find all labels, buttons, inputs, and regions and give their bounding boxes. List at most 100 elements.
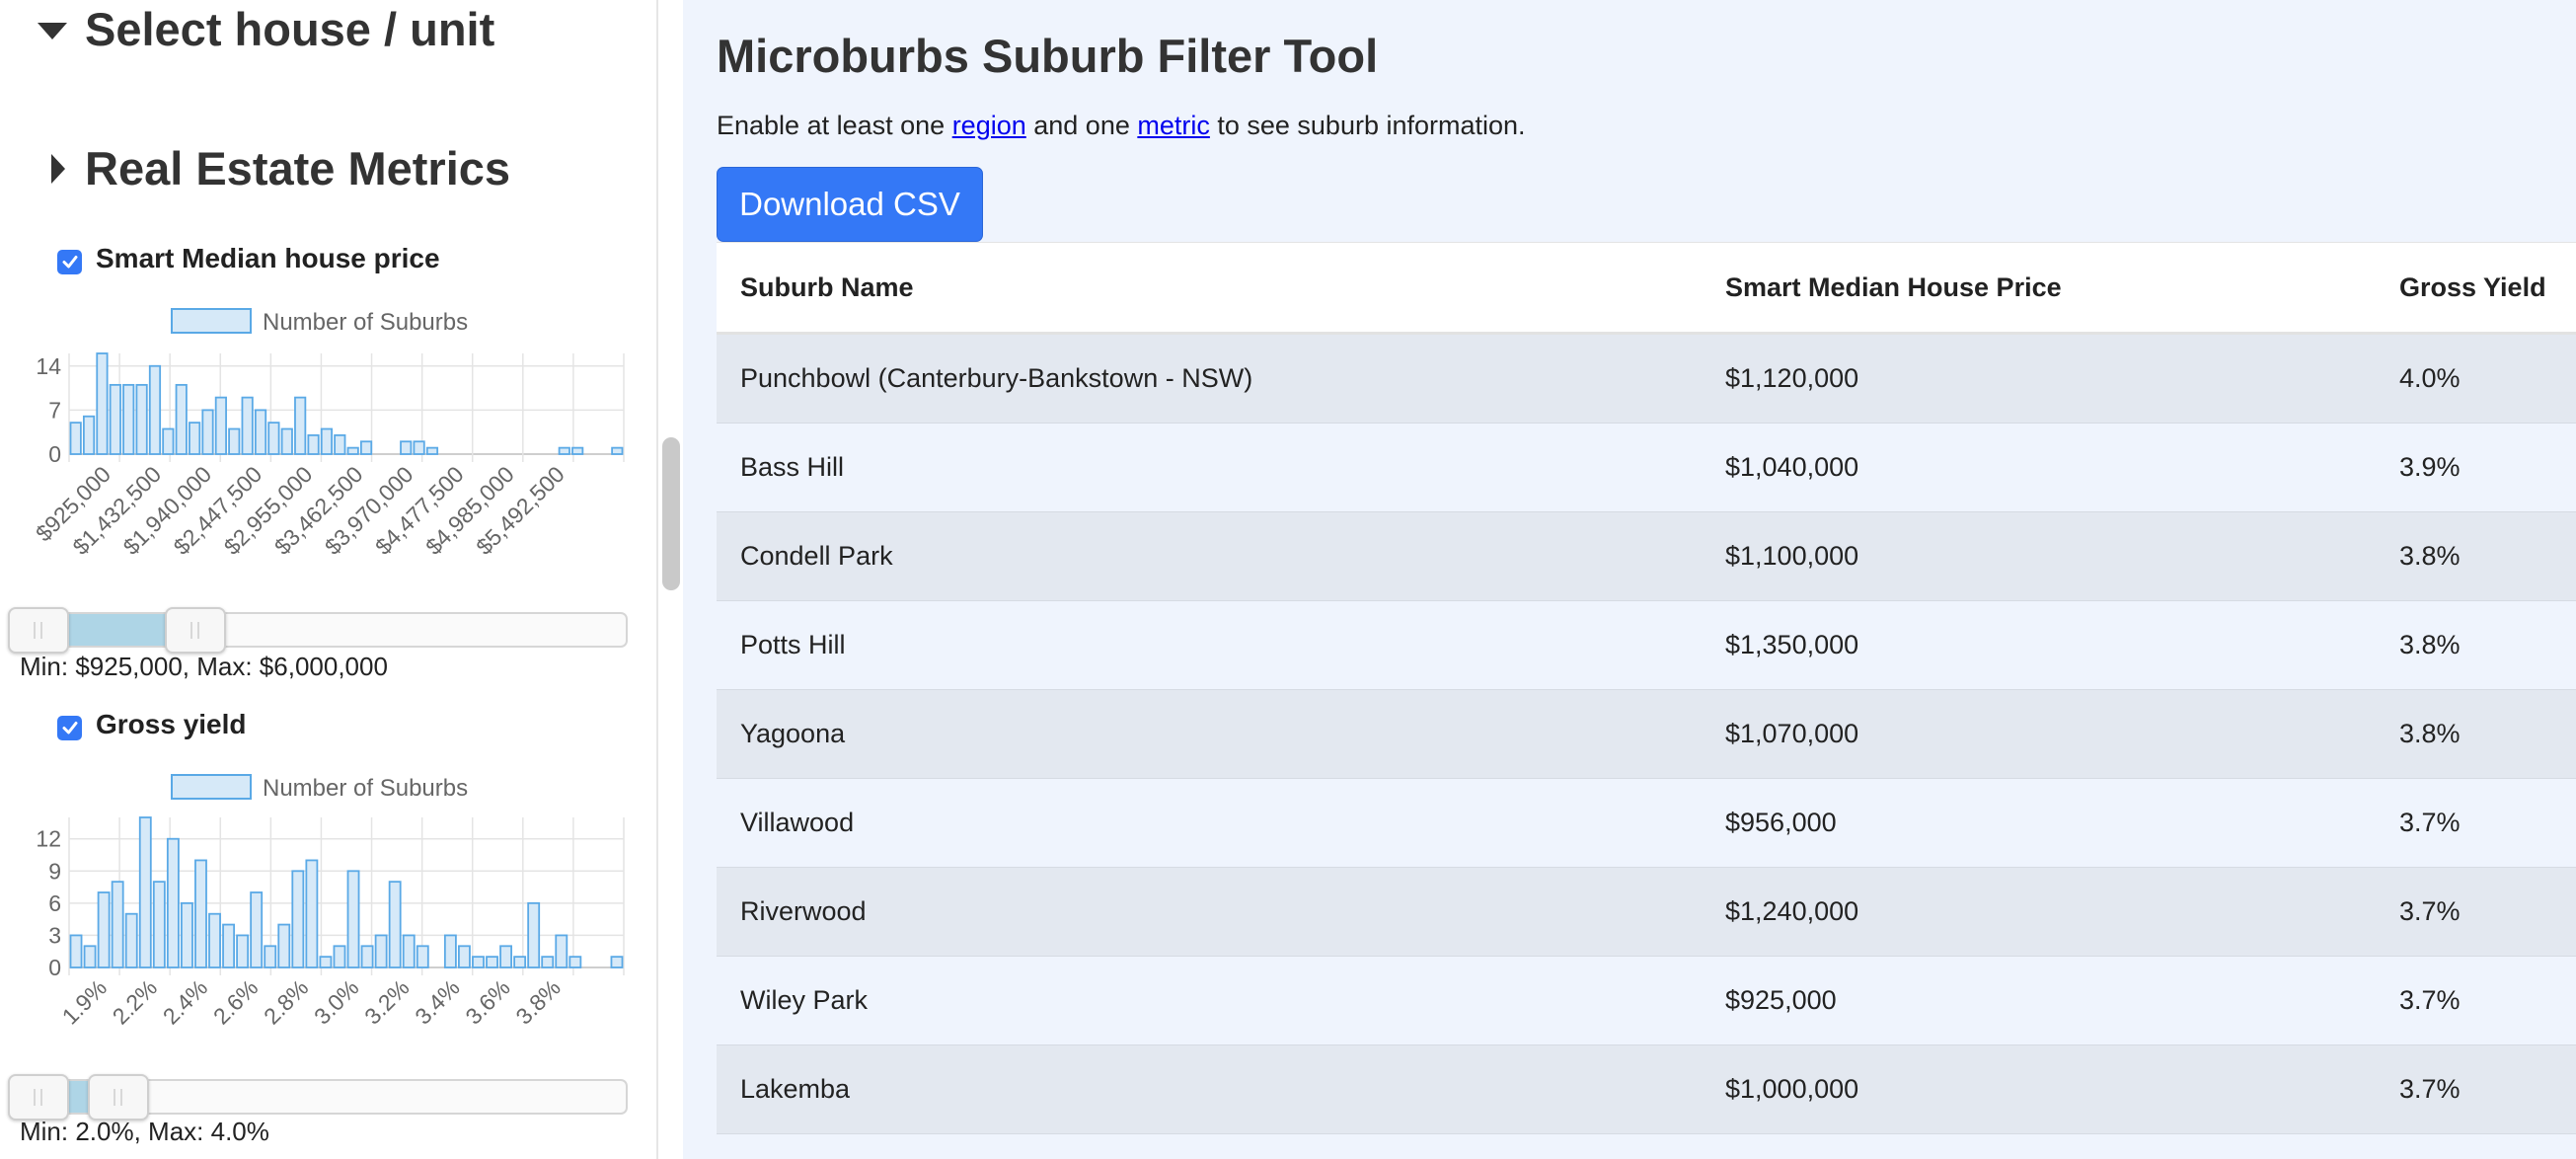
table-row[interactable]: Yagoona $1,070,000 3.8% — [717, 689, 2576, 779]
yield-bar — [346, 870, 360, 968]
price-cell: $1,100,000 — [1702, 511, 2376, 601]
yield-cell: 3.7% — [2376, 867, 2576, 957]
yield-bar — [97, 891, 111, 968]
yield-bar — [360, 945, 374, 968]
yield-x-tick-label: 2.8% — [259, 974, 313, 1029]
yield-y-tick-label: 6 — [48, 890, 61, 916]
instructions-suffix: to see suburb information. — [1209, 111, 1526, 140]
yield-bar — [402, 934, 416, 968]
price-bar — [346, 446, 359, 455]
yield-minmax-text: Min: 2.0%, Max: 4.0% — [20, 1117, 269, 1146]
sidebar-scrollbar[interactable] — [662, 437, 680, 590]
price-bar — [611, 446, 624, 455]
check-icon — [62, 722, 77, 734]
yield-bar — [250, 891, 264, 968]
price-cell: $1,070,000 — [1702, 689, 2376, 779]
table-header-row: Suburb Name Smart Median House Price Gro… — [717, 242, 2576, 335]
caret-right-icon — [51, 153, 65, 184]
price-bar — [122, 383, 135, 455]
price-bar — [241, 396, 254, 455]
table-row[interactable]: Lakemba $1,000,000 3.7% — [717, 1044, 2576, 1134]
price-range-slider[interactable] — [8, 607, 628, 654]
yield-bar — [555, 934, 568, 968]
yield-x-tick-label: 3.4% — [410, 974, 464, 1029]
table-row[interactable]: Bass Hill $1,040,000 3.9% — [717, 423, 2576, 512]
yield-x-tick-label: 1.9% — [57, 974, 112, 1029]
price-histogram: Number of Suburbs0714$925,000$1,432,500$… — [31, 308, 625, 560]
select-heading-label: Select house / unit — [85, 3, 495, 55]
instructions-text: Enable at least one region and one metri… — [717, 111, 1526, 141]
table-row[interactable]: Wiley Park $925,000 3.7% — [717, 956, 2576, 1045]
yield-bar — [388, 881, 402, 968]
price-slider-min-handle[interactable] — [8, 607, 69, 654]
table-row[interactable]: Riverwood $1,240,000 3.7% — [717, 867, 2576, 957]
yield-bar — [194, 859, 207, 968]
price-cell: $1,000,000 — [1702, 1044, 2376, 1134]
price-minmax-text: Min: $925,000, Max: $6,000,000 — [20, 652, 388, 681]
yield-legend-swatch — [171, 774, 252, 800]
suburb-name-cell: Potts Hill — [717, 600, 1702, 690]
price-cell: $1,120,000 — [1702, 333, 2376, 424]
select-house-unit-heading[interactable]: Select house / unit — [38, 2, 494, 56]
price-bar — [280, 427, 293, 455]
yield-bar — [236, 934, 250, 968]
suburb-name-cell: Villawood — [717, 778, 1702, 868]
price-slider-max-handle[interactable] — [165, 607, 227, 654]
price-bar — [359, 440, 373, 455]
price-y-tick-label: 0 — [48, 441, 61, 467]
main-panel: Microburbs Suburb Filter Tool Enable at … — [683, 0, 2576, 1159]
price-bar — [82, 415, 96, 455]
price-bar — [109, 383, 121, 455]
price-bar — [148, 364, 162, 455]
instructions-middle: and one — [1025, 111, 1138, 140]
sidebar-divider — [656, 0, 658, 1159]
yield-x-tick-label: 2.4% — [158, 974, 212, 1029]
real-estate-metrics-heading[interactable]: Real Estate Metrics — [38, 141, 510, 195]
table-row[interactable]: Villawood $956,000 3.7% — [717, 778, 2576, 868]
yield-bar — [499, 945, 512, 968]
price-cell: $956,000 — [1702, 778, 2376, 868]
price-bar — [267, 422, 280, 455]
price-bar — [135, 383, 148, 455]
yield-y-tick-label: 12 — [36, 826, 61, 852]
sidebar: Select house / unit Real Estate Metrics … — [0, 0, 656, 1159]
metric-yield-row: Gross yield — [57, 709, 247, 740]
yield-bar — [305, 859, 319, 968]
yield-checkbox[interactable] — [57, 715, 82, 740]
yield-bar — [124, 912, 138, 968]
yield-range-slider[interactable] — [8, 1074, 628, 1120]
yield-bar — [138, 816, 152, 968]
yield-bar — [152, 881, 166, 968]
table-row[interactable]: Potts Hill $1,350,000 3.8% — [717, 600, 2576, 690]
caret-down-icon — [38, 23, 67, 39]
price-bar — [175, 383, 188, 455]
metric-price-row: Smart Median house price — [57, 243, 440, 274]
column-header-price[interactable]: Smart Median House Price — [1702, 242, 2376, 335]
table-row[interactable]: Punchbowl (Canterbury-Bankstown - NSW) $1… — [717, 333, 2576, 424]
price-bar — [228, 427, 241, 455]
yield-metric-label: Gross yield — [96, 709, 247, 739]
price-y-tick-label: 14 — [36, 353, 61, 379]
price-checkbox[interactable] — [57, 249, 82, 274]
suburb-name-cell: Lakemba — [717, 1044, 1702, 1134]
check-icon — [62, 256, 77, 269]
yield-cell: 3.9% — [2376, 423, 2576, 512]
price-legend-swatch — [171, 308, 252, 334]
table-row[interactable]: Condell Park $1,100,000 3.8% — [717, 511, 2576, 601]
page-title: Microburbs Suburb Filter Tool — [717, 30, 1379, 82]
yield-bar — [527, 901, 541, 968]
yield-bar — [319, 956, 333, 968]
yield-slider-min-handle[interactable] — [8, 1074, 69, 1120]
yield-y-tick-label: 9 — [48, 858, 61, 884]
yield-bar — [541, 956, 555, 968]
yield-slider-max-handle[interactable] — [87, 1074, 149, 1120]
price-bar — [425, 446, 439, 455]
price-bar — [189, 422, 201, 455]
region-link[interactable]: region — [952, 111, 1026, 140]
download-csv-button[interactable]: Download CSV — [717, 167, 983, 242]
metric-link[interactable]: metric — [1137, 111, 1210, 140]
yield-bar — [208, 912, 221, 968]
yield-bar — [568, 956, 582, 968]
column-header-suburb[interactable]: Suburb Name — [717, 242, 1702, 335]
column-header-yield[interactable]: Gross Yield — [2376, 242, 2576, 335]
